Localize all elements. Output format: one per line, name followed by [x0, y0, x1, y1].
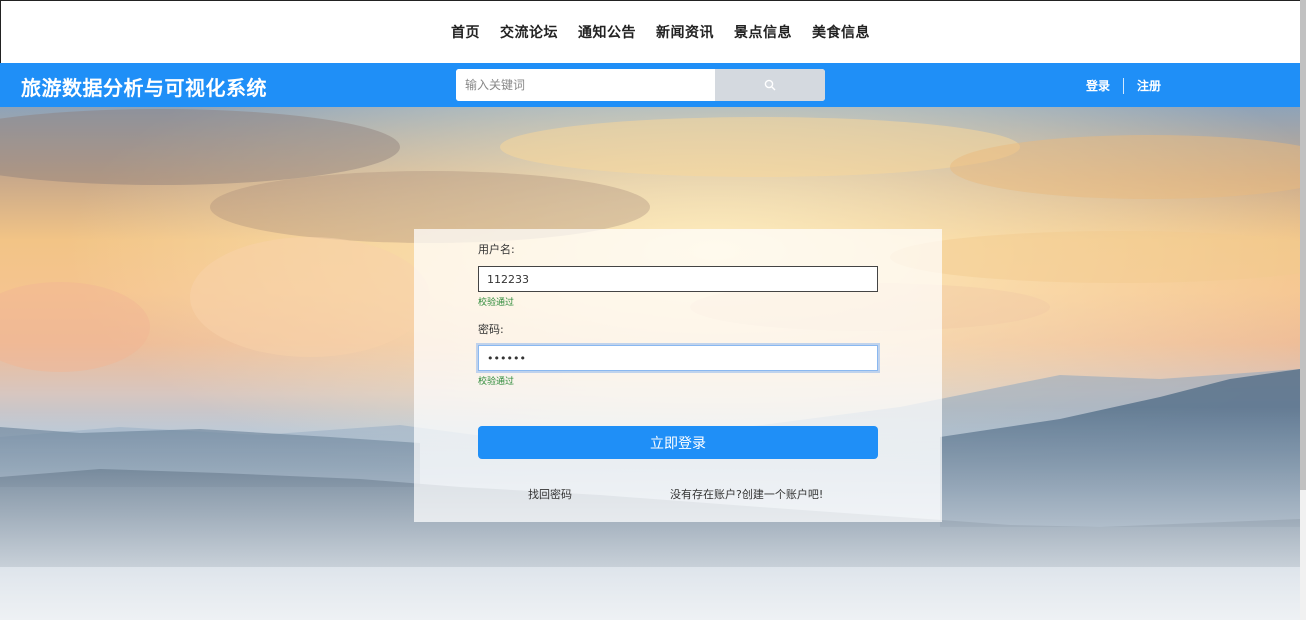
top-navigation: 首页 交流论坛 通知公告 新闻资讯 景点信息 美食信息	[0, 0, 1300, 63]
login-submit-button[interactable]: 立即登录	[478, 426, 878, 459]
login-link[interactable]: 登录	[1086, 77, 1110, 94]
page-scrollbar[interactable]	[1300, 0, 1306, 620]
search-icon	[764, 76, 776, 95]
register-link[interactable]: 注册	[1137, 77, 1161, 94]
site-title: 旅游数据分析与可视化系统	[21, 76, 267, 100]
search-box	[456, 69, 825, 101]
scrollbar-thumb[interactable]	[1300, 0, 1306, 490]
nav-item-news[interactable]: 新闻资讯	[656, 22, 714, 42]
password-input[interactable]	[478, 345, 878, 371]
password-validation: 校验通过	[478, 377, 515, 387]
password-label: 密码:	[478, 323, 504, 336]
nav-menu: 首页 交流论坛 通知公告 新闻资讯 景点信息 美食信息	[451, 22, 870, 42]
forgot-password-link[interactable]: 找回密码	[528, 486, 572, 502]
search-button[interactable]	[715, 69, 825, 101]
create-account-link[interactable]: 没有存在账户?创建一个账户吧!	[670, 486, 823, 502]
search-input[interactable]	[456, 69, 715, 101]
login-card: 用户名: 校验通过 密码: 校验通过 立即登录 找回密码 没有存在账户?创建一个…	[414, 229, 942, 522]
auth-divider	[1123, 77, 1125, 94]
username-label: 用户名:	[478, 243, 515, 256]
username-input[interactable]	[478, 266, 878, 292]
site-header: 旅游数据分析与可视化系统 登录 注册	[0, 63, 1300, 107]
login-submit-label: 立即登录	[650, 435, 706, 452]
nav-item-notices[interactable]: 通知公告	[578, 22, 636, 42]
nav-item-attractions[interactable]: 景点信息	[734, 22, 792, 42]
username-validation: 校验通过	[478, 298, 515, 308]
auth-links: 登录 注册	[1086, 77, 1161, 94]
nav-item-home[interactable]: 首页	[451, 22, 480, 42]
nav-item-forum[interactable]: 交流论坛	[500, 22, 558, 42]
nav-item-food[interactable]: 美食信息	[812, 22, 870, 42]
